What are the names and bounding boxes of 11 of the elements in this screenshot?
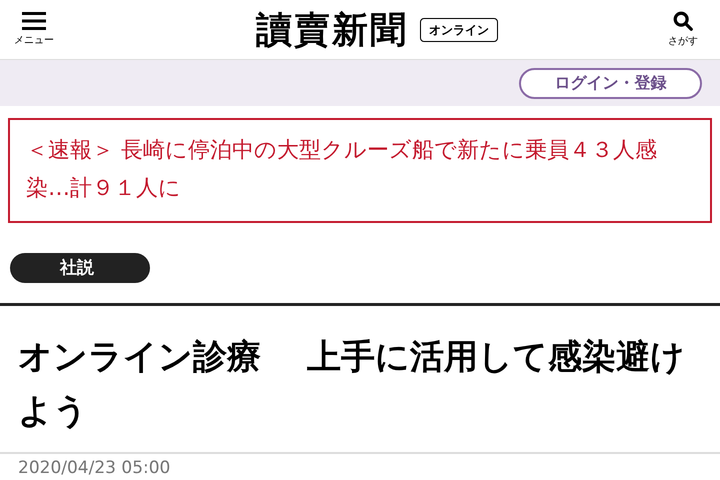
category-badge: 社説 <box>10 253 150 283</box>
breaking-news-link[interactable]: ＜速報＞ 長崎に停泊中の大型クルーズ船で新たに乗員４３人感染…計９１人に <box>26 132 694 208</box>
article-headline: オンライン診療 上手に活用して感染避けよう <box>17 336 686 433</box>
newspaper-logo[interactable]: 讀賣新聞 <box>256 12 408 48</box>
menu-icon <box>22 11 46 32</box>
login-button[interactable]: ログイン・登録 <box>519 68 702 98</box>
online-badge: オンライン <box>420 18 498 42</box>
article-date: 2020/04/23 05:00 <box>17 457 172 478</box>
menu-button[interactable]: メニュー <box>12 11 56 48</box>
search-button[interactable]: さがす <box>658 10 708 49</box>
search-icon <box>672 10 694 32</box>
